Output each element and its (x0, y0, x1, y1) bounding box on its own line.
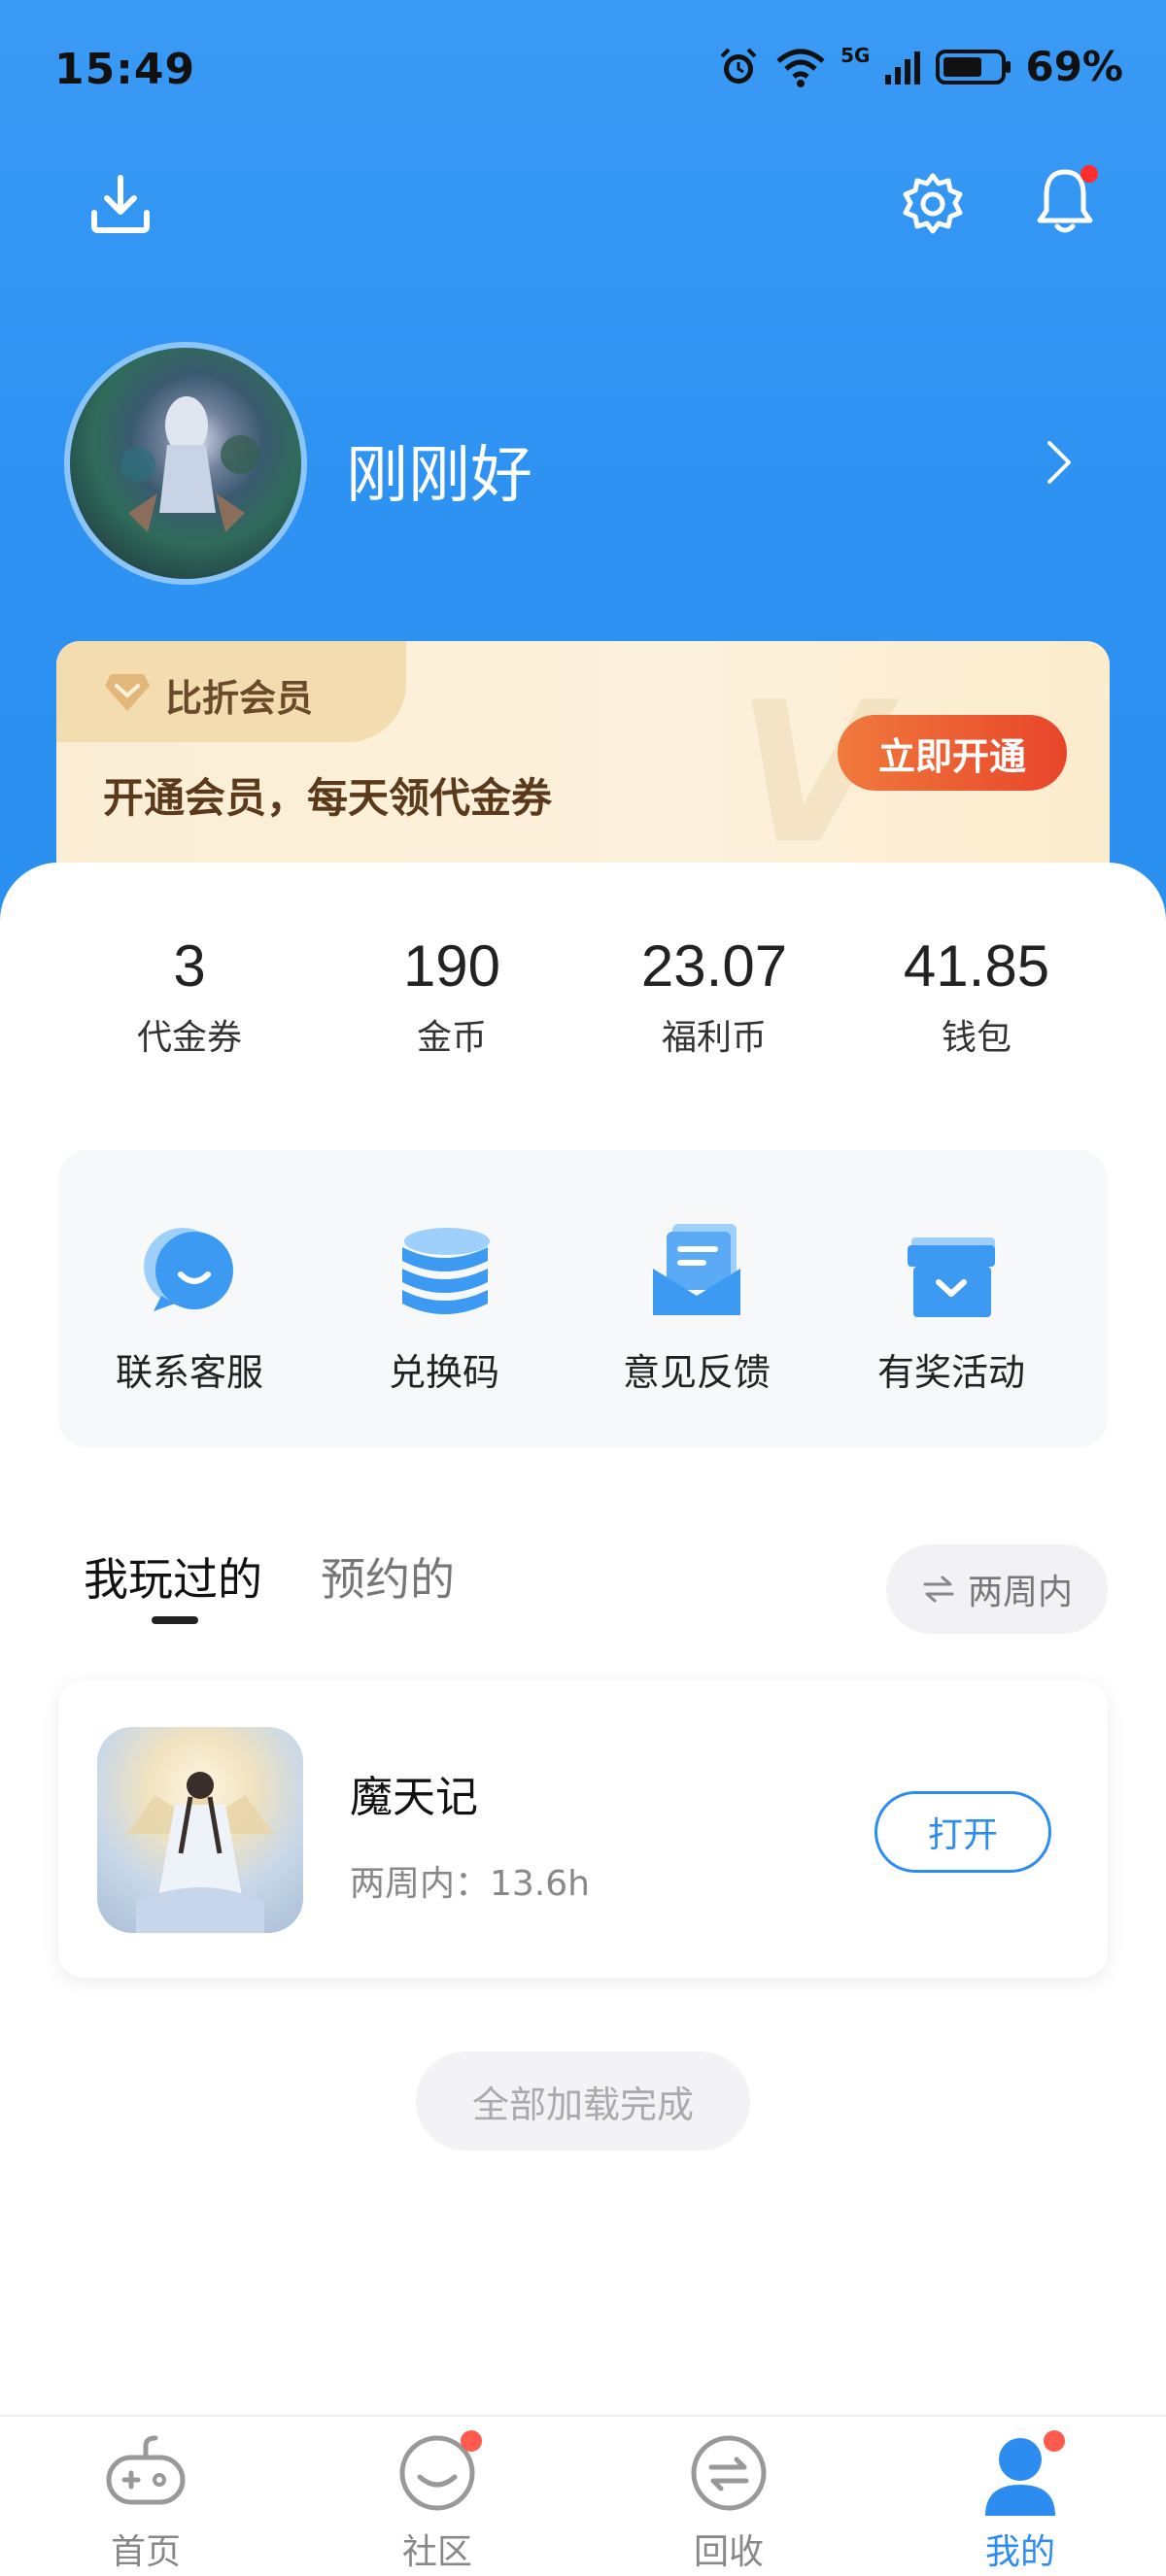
stat-label: 福利币 (661, 1018, 767, 1058)
recycle-exchange-icon (691, 2435, 767, 2511)
game-icon (97, 1727, 303, 1933)
game-name: 魔天记 (350, 1773, 478, 1822)
settings-button[interactable] (894, 165, 972, 243)
nav-label: 回收 (693, 2532, 764, 2572)
battery-percent: 69% (1025, 43, 1123, 90)
chat-bubble-icon (144, 1228, 233, 1311)
tool-rewards[interactable]: 有奖活动 (820, 1218, 1082, 1396)
nav-label: 首页 (110, 2532, 181, 2572)
stat-value: 23.07 (640, 933, 788, 999)
tab-active-indicator (152, 1616, 198, 1624)
tool-label: 意见反馈 (622, 1351, 771, 1394)
load-complete-indicator: 全部加载完成 (416, 2051, 750, 2151)
download-icon (91, 175, 150, 233)
alarm-icon (720, 48, 757, 84)
tool-redeem-code[interactable]: 兑换码 (313, 1218, 575, 1396)
tab-played[interactable]: 我玩过的 (84, 1544, 262, 1609)
stats-row: 3 代金券 190 金币 23.07 福利币 41.85 钱包 (0, 932, 1166, 1088)
vip-tag-label: 比折会员 (165, 677, 314, 720)
gamepad-icon (106, 2435, 186, 2505)
main-panel (0, 863, 1166, 2417)
envelope-icon (653, 1224, 740, 1315)
stat-value: 41.85 (903, 933, 1050, 999)
diamond-icon (105, 674, 150, 711)
avatar-image (120, 396, 259, 532)
game-card[interactable]: 魔天记 两周内：13.6h 打开 (58, 1680, 1108, 1978)
tool-customer-service[interactable]: 联系客服 (58, 1218, 321, 1396)
nav-community[interactable]: 社区 (292, 2426, 583, 2574)
nav-label: 社区 (401, 2532, 472, 2572)
signal-icon (885, 51, 921, 85)
community-badge (461, 2430, 482, 2452)
tools-grid: 联系客服 兑换码 意见反馈 有奖活动 (58, 1150, 1108, 1447)
avatar[interactable] (64, 342, 307, 585)
notification-badge (1080, 165, 1098, 183)
nav-home[interactable]: 首页 (0, 2426, 292, 2574)
bottom-nav: 首页 社区 回收 我的 (0, 2415, 1166, 2576)
download-button[interactable] (82, 165, 159, 243)
period-filter-label: 两周内 (967, 1573, 1073, 1612)
chevron-right-icon[interactable] (1040, 433, 1079, 491)
nav-recycle[interactable]: 回收 (583, 2426, 874, 2574)
coin-stack-icon (402, 1228, 490, 1314)
username[interactable]: 刚刚好 (346, 425, 532, 515)
battery-icon (936, 49, 1012, 85)
game-playtime: 两周内：13.6h (350, 1864, 590, 1904)
notification-button[interactable] (1026, 161, 1104, 239)
open-game-button[interactable]: 打开 (874, 1791, 1051, 1873)
gift-box-icon (908, 1237, 995, 1317)
status-time: 15:49 (54, 45, 196, 94)
tool-label: 有奖活动 (876, 1351, 1025, 1394)
stat-value: 190 (402, 933, 501, 999)
status-icons: 5G 69% (716, 43, 1123, 90)
network-type-label: 5G (840, 43, 871, 67)
tool-label: 兑换码 (388, 1351, 499, 1394)
me-badge (1044, 2430, 1065, 2452)
gear-icon (903, 173, 963, 234)
stat-coins[interactable]: 190 金币 (321, 932, 583, 1060)
period-filter-button[interactable]: 两周内 (886, 1544, 1108, 1634)
wifi-icon (776, 49, 825, 87)
stat-label: 金币 (416, 1018, 487, 1058)
tool-feedback[interactable]: 意见反馈 (566, 1218, 828, 1396)
vip-description: 开通会员，每天领代金券 (103, 774, 553, 822)
stat-value: 3 (173, 933, 206, 999)
tab-reserved[interactable]: 预约的 (321, 1544, 455, 1609)
tool-label: 联系客服 (115, 1351, 263, 1394)
stat-vouchers[interactable]: 3 代金券 (58, 932, 321, 1060)
swap-arrows-icon (923, 1576, 954, 1603)
nav-me[interactable]: 我的 (874, 2426, 1166, 2574)
nav-label: 我的 (984, 2532, 1055, 2572)
vip-activate-button[interactable]: 立即开通 (838, 715, 1067, 791)
game-icon-image (126, 1772, 274, 1933)
stat-label: 钱包 (941, 1018, 1012, 1058)
stat-welfare-coins[interactable]: 23.07 福利币 (583, 932, 845, 1060)
stat-wallet[interactable]: 41.85 钱包 (845, 932, 1108, 1060)
stat-label: 代金券 (136, 1018, 242, 1058)
